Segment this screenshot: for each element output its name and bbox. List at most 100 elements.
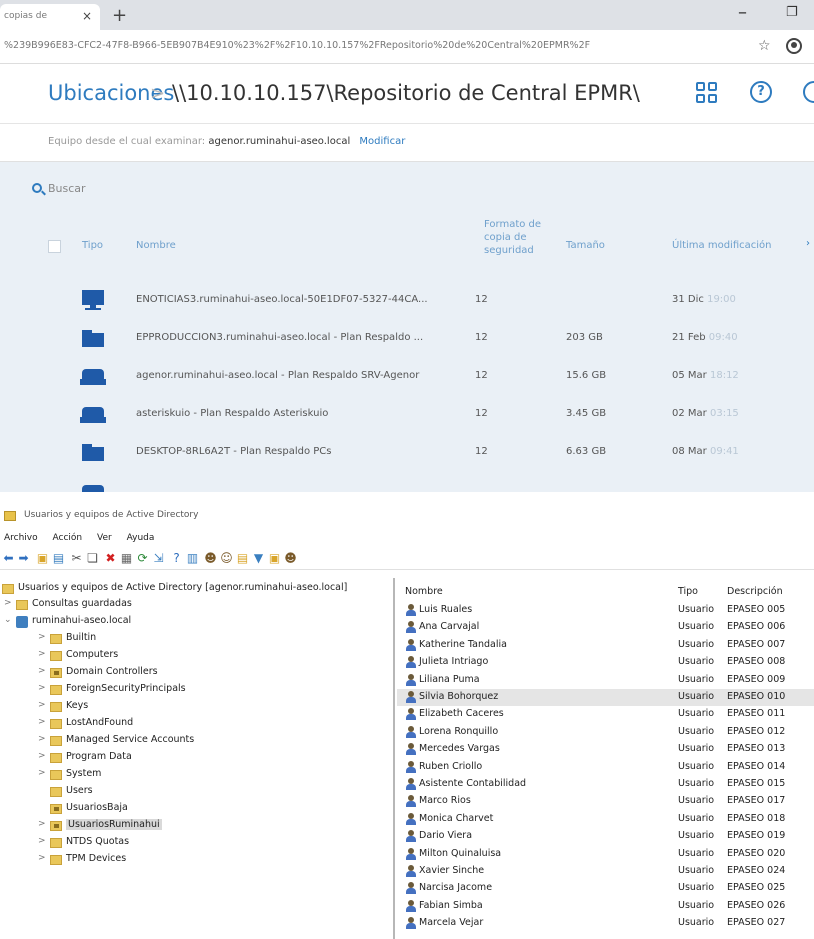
tree-node-users[interactable]: Users [38, 785, 378, 800]
user-row[interactable]: Mercedes Vargas Usuario EPASEO 013 [397, 741, 814, 758]
backup-row[interactable]: EPPRODUCCION3.ruminahui-aseo.local - Pla… [0, 320, 814, 357]
expand-arrow-icon[interactable]: > [38, 666, 48, 676]
new-group-icon[interactable]: ☺ [220, 552, 233, 565]
column-nombre[interactable]: Nombre [136, 240, 176, 251]
new-user-icon[interactable]: ☻ [204, 552, 217, 565]
new-ou-icon[interactable]: ▤ [236, 552, 249, 565]
user-row[interactable]: Dario Viera Usuario EPASEO 019 [397, 828, 814, 845]
backup-row-partial[interactable] [0, 474, 814, 492]
tree-domain[interactable]: ⌄ ruminahui-aseo.local [4, 615, 384, 630]
user-row[interactable]: Marcela Vejar Usuario EPASEO 027 [397, 915, 814, 932]
user-row[interactable]: Lorena Ronquillo Usuario EPASEO 012 [397, 724, 814, 741]
backup-row[interactable]: agenor.ruminahui-aseo.local - Plan Respa… [0, 358, 814, 395]
user-row[interactable]: Fabian Simba Usuario EPASEO 026 [397, 898, 814, 915]
properties-icon[interactable]: ▦ [120, 552, 133, 565]
expand-arrow-icon[interactable]: > [38, 649, 48, 659]
user-row[interactable]: Narcisa Jacome Usuario EPASEO 025 [397, 880, 814, 897]
export-list-icon[interactable]: ⇲ [152, 552, 165, 565]
select-all-checkbox[interactable] [48, 240, 61, 253]
up-folder-icon[interactable]: ▣ [36, 552, 49, 565]
column-tipo[interactable]: Tipo [82, 240, 103, 251]
user-row[interactable]: Luis Ruales Usuario EPASEO 005 [397, 602, 814, 619]
bookmark-star-icon[interactable]: ☆ [758, 38, 771, 54]
expand-arrow-icon[interactable]: > [38, 836, 48, 846]
tree-node-program-data[interactable]: > Program Data [38, 751, 378, 766]
url-field[interactable]: %239B996E83-CFC2-47F8-B966-5EB907B4E910%… [4, 40, 684, 51]
add-to-group-icon[interactable]: ▣ [268, 552, 281, 565]
refresh-icon[interactable]: ⟳ [136, 552, 149, 565]
tree-node-usuarios-baja[interactable]: UsuariosBaja [38, 802, 378, 817]
expand-arrow-icon[interactable]: > [38, 632, 48, 642]
column-descripcion[interactable]: Descripción [727, 586, 783, 597]
modify-link[interactable]: Modificar [359, 136, 405, 147]
user-row[interactable]: Silvia Bohorquez Usuario EPASEO 010 [397, 689, 814, 706]
tree-node-domain-controllers[interactable]: > Domain Controllers [38, 666, 378, 681]
help-book-icon[interactable]: ? [170, 552, 183, 565]
tree-node-computers[interactable]: > Computers [38, 649, 378, 664]
tree-node-tpm-devices[interactable]: > TPM Devices [38, 853, 378, 868]
minimize-window-button[interactable]: – [738, 2, 747, 23]
expand-arrow-icon[interactable]: > [38, 853, 48, 863]
menu-accion[interactable]: Acción [53, 533, 83, 543]
expand-arrow-icon[interactable]: > [38, 717, 48, 727]
user-row[interactable]: Milton Quinaluisa Usuario EPASEO 020 [397, 846, 814, 863]
user-row[interactable]: Monica Charvet Usuario EPASEO 018 [397, 811, 814, 828]
user-row[interactable]: Marco Rios Usuario EPASEO 017 [397, 793, 814, 810]
tree-node-ntds-quotas[interactable]: > NTDS Quotas [38, 836, 378, 851]
backup-row[interactable]: ENOTICIAS3.ruminahui-aseo.local-50E1DF07… [0, 282, 814, 319]
help-icon[interactable]: ? [750, 81, 772, 103]
backup-row[interactable]: asteriskuio - Plan Respaldo Asteriskuio … [0, 396, 814, 433]
tree-node-foreign-security-principals[interactable]: > ForeignSecurityPrincipals [38, 683, 378, 698]
browser-tab[interactable]: copias de × [0, 4, 100, 30]
restore-window-button[interactable]: ❐ [786, 5, 798, 20]
menu-archivo[interactable]: Archivo [4, 533, 38, 543]
expand-arrow-icon[interactable]: > [4, 598, 14, 608]
expand-arrow-icon[interactable]: > [38, 819, 48, 829]
expand-arrow-icon[interactable]: > [38, 768, 48, 778]
collapse-arrow-icon[interactable]: ⌄ [4, 615, 14, 625]
forward-arrow-icon[interactable]: ➡ [17, 552, 30, 565]
menu-ver[interactable]: Ver [97, 533, 112, 543]
grid-view-icon[interactable] [696, 82, 718, 104]
user-row[interactable]: Ana Carvajal Usuario EPASEO 006 [397, 619, 814, 636]
column-ultima-modificacion[interactable]: Última modificación [672, 240, 772, 251]
expand-arrow-icon[interactable]: > [38, 734, 48, 744]
user-row[interactable]: Elizabeth Caceres Usuario EPASEO 011 [397, 706, 814, 723]
new-tab-button[interactable]: + [112, 5, 127, 26]
back-arrow-icon[interactable]: ⬅ [2, 552, 15, 565]
cut-icon[interactable]: ✂ [70, 552, 83, 565]
tree-saved-queries[interactable]: > Consultas guardadas [4, 598, 384, 613]
copy-icon[interactable]: ❏ [86, 552, 99, 565]
tree-node-managed-service-accounts[interactable]: > Managed Service Accounts [38, 734, 378, 749]
profile-icon[interactable] [786, 38, 802, 54]
backup-row[interactable]: DESKTOP-8RL6A2T - Plan Respaldo PCs 12 6… [0, 434, 814, 471]
user-row[interactable]: Liliana Puma Usuario EPASEO 009 [397, 672, 814, 689]
show-tree-icon[interactable]: ▤ [52, 552, 65, 565]
column-nombre[interactable]: Nombre [405, 586, 443, 597]
search-button[interactable]: Buscar [32, 182, 86, 195]
expand-arrow-icon[interactable]: > [38, 751, 48, 761]
delete-icon[interactable]: ✖ [104, 552, 117, 565]
tree-node-system[interactable]: > System [38, 768, 378, 783]
tree-root[interactable]: Usuarios y equipos de Active Directory [… [0, 582, 393, 597]
user-row[interactable]: Julieta Intriago Usuario EPASEO 008 [397, 654, 814, 671]
filter-icon[interactable]: ▼ [252, 552, 265, 565]
user-row[interactable]: Xavier Sinche Usuario EPASEO 024 [397, 863, 814, 880]
tree-node-keys[interactable]: > Keys [38, 700, 378, 715]
user-row[interactable]: Asistente Contabilidad Usuario EPASEO 015 [397, 776, 814, 793]
menu-ayuda[interactable]: Ayuda [127, 533, 155, 543]
console-icon[interactable]: ▥ [186, 552, 199, 565]
tree-node-lost-and-found[interactable]: > LostAndFound [38, 717, 378, 732]
user-row[interactable]: Ruben Criollo Usuario EPASEO 014 [397, 759, 814, 776]
delegate-icon[interactable]: ☻ [284, 552, 297, 565]
column-options-icon[interactable]: › [806, 238, 810, 249]
close-tab-icon[interactable]: × [82, 9, 92, 23]
expand-arrow-icon[interactable]: > [38, 700, 48, 710]
column-formato[interactable]: Formato de copia de seguridad [484, 218, 548, 257]
column-tamano[interactable]: Tamaño [566, 240, 605, 251]
expand-arrow-icon[interactable]: > [38, 683, 48, 693]
column-tipo[interactable]: Tipo [678, 586, 698, 597]
tree-node-usuarios-ruminahui[interactable]: > UsuariosRuminahui [38, 819, 378, 834]
tree-node-builtin[interactable]: > Builtin [38, 632, 378, 647]
user-row[interactable]: Katherine Tandalia Usuario EPASEO 007 [397, 637, 814, 654]
